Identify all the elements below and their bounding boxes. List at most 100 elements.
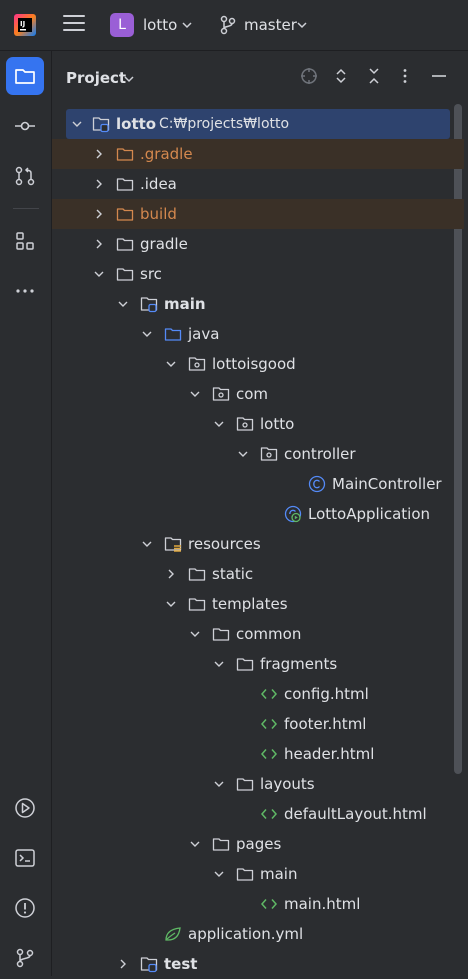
tree-node-layouts[interactable]: layouts [52, 769, 452, 799]
run-tool-button[interactable] [6, 789, 44, 827]
branch-selector[interactable]: master [244, 16, 297, 34]
chevron-down-icon[interactable] [181, 19, 193, 31]
chevron-down-icon[interactable] [123, 73, 135, 85]
more-horizontal-icon [16, 289, 34, 293]
commit-tool-button[interactable] [6, 107, 44, 145]
tree-node-main[interactable]: main [52, 289, 452, 319]
project-selector[interactable]: lotto [143, 16, 177, 34]
git-branch-icon[interactable] [219, 15, 237, 35]
tree-item-label: lottoisgood [212, 355, 296, 373]
minimize-icon[interactable] [430, 67, 448, 85]
run-icon [15, 798, 35, 818]
project-tool-button[interactable] [6, 57, 44, 95]
tree-node-java[interactable]: java [52, 319, 452, 349]
folder-icon [212, 838, 230, 851]
folder-icon [188, 598, 206, 611]
tree-node-main[interactable]: main [52, 859, 452, 889]
tree-item-label: common [236, 625, 302, 643]
package-icon [188, 357, 206, 371]
chevron-right-icon [120, 959, 126, 969]
collapse-all-icon[interactable] [365, 67, 383, 85]
resources-folder-icon [164, 537, 182, 552]
intellij-logo-icon[interactable]: IJ [13, 13, 37, 37]
module-folder-icon [92, 117, 110, 133]
tree-file-application-yml[interactable]: application.yml [52, 919, 452, 949]
tree-file-defaultlayout-html[interactable]: defaultLayout.html [52, 799, 452, 829]
pull-requests-tool-button[interactable] [6, 157, 44, 195]
tree-node-pages[interactable]: pages [52, 829, 452, 859]
tree-node-fragments[interactable]: fragments [52, 649, 452, 679]
chevron-down-icon [142, 541, 152, 547]
commit-icon [15, 121, 35, 131]
folder-icon [116, 268, 134, 281]
html-file-icon [260, 809, 278, 819]
tree-node-gradle[interactable]: .gradle [52, 139, 464, 169]
terminal-tool-button[interactable] [6, 839, 44, 877]
chevron-down-icon [94, 271, 104, 277]
tree-node-controller[interactable]: controller [52, 439, 452, 469]
tree-item-label: src [140, 265, 162, 283]
tree-node-resources[interactable]: resources [52, 529, 452, 559]
tree-node-lottoapplication[interactable]: LottoApplication [52, 499, 452, 529]
tree-node-lottoisgood[interactable]: lottoisgood [52, 349, 452, 379]
title-bar: IJ L lotto master [0, 0, 468, 51]
folder-icon [212, 628, 230, 641]
tree-item-label: lotto [260, 415, 295, 433]
expand-all-icon[interactable] [332, 67, 350, 85]
tree-root-lotto[interactable]: lotto C:₩projects₩lotto [66, 109, 450, 139]
spring-boot-class-icon [284, 505, 302, 523]
chevron-right-icon [168, 569, 174, 579]
html-file-icon [260, 719, 278, 729]
tree-item-label: test [164, 955, 198, 973]
tree-node-static[interactable]: static [52, 559, 452, 589]
tree-file-header-html[interactable]: header.html [52, 739, 452, 769]
git-tool-button[interactable] [6, 939, 44, 977]
folder-icon [116, 208, 134, 221]
folder-icon [236, 868, 254, 881]
tree-node-test[interactable]: test [52, 949, 452, 979]
tree-node-templates[interactable]: templates [52, 589, 452, 619]
chevron-down-icon [72, 121, 82, 127]
chevron-down-icon [214, 661, 224, 667]
tree-node-maincontroller[interactable]: MainController [52, 469, 452, 499]
tree-node-lotto[interactable]: lotto [52, 409, 452, 439]
chevron-right-icon [96, 149, 102, 159]
tree-file-footer-html[interactable]: footer.html [52, 709, 452, 739]
html-file-icon [260, 749, 278, 759]
main-menu-icon[interactable] [63, 15, 85, 35]
folder-icon [116, 148, 134, 161]
tree-node-idea[interactable]: .idea [52, 169, 452, 199]
tree-file-main-html[interactable]: main.html [52, 889, 452, 919]
tree-item-label: LottoApplication [308, 505, 431, 523]
chevron-down-icon [190, 841, 200, 847]
problems-tool-button[interactable] [6, 889, 44, 927]
tree-node-src[interactable]: src [52, 259, 452, 289]
tree-file-config-html[interactable]: config.html [52, 679, 452, 709]
tree-item-label: static [212, 565, 254, 583]
tree-node-common[interactable]: common [52, 619, 452, 649]
options-vertical-icon[interactable] [396, 67, 414, 85]
more-tools-button[interactable] [6, 272, 44, 310]
java-folder-icon [164, 328, 182, 341]
structure-tool-button[interactable] [6, 222, 44, 260]
tree-node-com[interactable]: com [52, 379, 452, 409]
locate-icon[interactable] [300, 67, 318, 85]
svg-text:IJ: IJ [20, 20, 25, 28]
tool-window-strip [0, 51, 52, 976]
tree-node-gradle[interactable]: gradle [52, 229, 452, 259]
chevron-down-icon [214, 871, 224, 877]
chevron-down-icon [214, 421, 224, 427]
folder-icon [236, 658, 254, 671]
chevron-down-icon [142, 331, 152, 337]
chevron-right-icon [96, 209, 102, 219]
panel-title[interactable]: Project [66, 69, 126, 87]
tree-item-label: footer.html [284, 715, 367, 733]
project-badge[interactable]: L [110, 13, 134, 37]
tree-root-path: C:₩projects₩lotto [159, 116, 290, 132]
tree-item-label: resources [188, 535, 261, 553]
folder-icon [116, 178, 134, 191]
tree-item-label: build [140, 205, 177, 223]
tree-node-build[interactable]: build [52, 199, 464, 229]
chevron-down-icon[interactable] [296, 19, 308, 31]
tree-item-label: MainController [332, 475, 442, 493]
